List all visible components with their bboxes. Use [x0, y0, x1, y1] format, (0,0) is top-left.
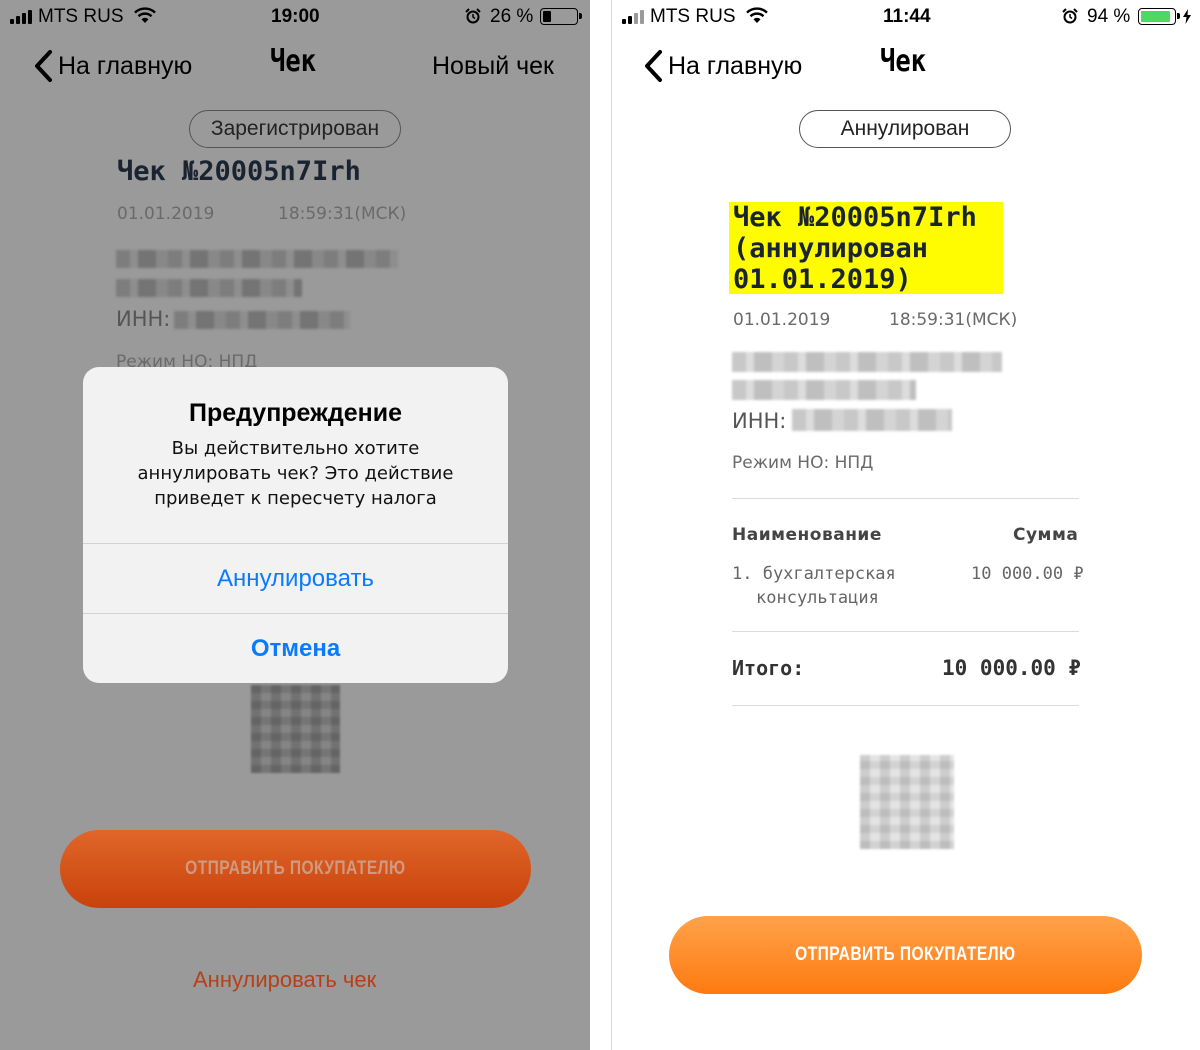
wifi-icon: [746, 7, 768, 23]
warning-dialog: Предупреждение Вы действительно хотите а…: [83, 367, 508, 683]
dialog-title: Предупреждение: [188, 399, 403, 427]
check-date: 01.01.2019: [733, 310, 831, 330]
charging-bolt-icon: [1183, 9, 1191, 24]
check-number: Чек №20005n7Irh: [117, 156, 361, 187]
cellular-signal-icon: [10, 10, 34, 24]
inn-label: ИНН:: [732, 409, 787, 433]
back-label: На главную: [58, 51, 193, 80]
alarm-icon: [1062, 8, 1078, 24]
chevron-left-icon: [35, 50, 52, 82]
chevron-left-icon: [645, 50, 662, 82]
send-button-label: ОТПРАВИТЬ ПОКУПАТЕЛЮ: [795, 944, 1016, 965]
check-time: 18:59:31(МСК): [278, 204, 407, 224]
cancel-button[interactable]: Отмена: [83, 613, 508, 683]
confirm-annul-button[interactable]: Аннулировать: [83, 543, 508, 613]
new-check-button[interactable]: Новый чек: [432, 52, 554, 81]
check-time: 18:59:31(МСК): [889, 310, 1018, 330]
qr-code: [860, 755, 954, 849]
send-to-buyer-button[interactable]: ОТПРАВИТЬ ПОКУПАТЕЛЮ: [60, 830, 531, 908]
total-label: Итого:: [732, 656, 805, 680]
back-button[interactable]: На главную: [642, 48, 802, 84]
redacted-seller-name: [732, 380, 916, 400]
back-button[interactable]: На главную: [32, 48, 192, 84]
check-number-line: 01.01.2019): [733, 264, 912, 295]
qr-code: [251, 685, 340, 773]
divider-line: [732, 498, 1079, 499]
column-header-name: Наименование: [732, 525, 882, 545]
check-date: 01.01.2019: [117, 204, 215, 224]
divider-line: [732, 705, 1079, 706]
item-name-line: консультация: [756, 588, 879, 608]
battery-percent: 94 %: [1087, 6, 1131, 27]
battery-icon: [540, 8, 582, 25]
back-label: На главную: [668, 51, 803, 80]
battery-percent: 26 %: [490, 6, 534, 27]
annul-check-link[interactable]: Аннулировать чек: [193, 967, 376, 993]
dialog-message: Вы действительно хотите аннулировать чек…: [137, 438, 454, 509]
page-title: Чек: [270, 44, 317, 79]
tax-regime: Режим НО: НПД: [732, 453, 874, 473]
status-badge: Аннулирован: [799, 110, 1011, 148]
alarm-icon: [465, 8, 481, 24]
divider-line: [732, 631, 1079, 632]
clock: 19:00: [271, 6, 320, 27]
status-badge: Зарегистрирован: [189, 110, 401, 148]
right-phone-screen: MTS RUS 11:44 94 % На главную Чек Аннули…: [611, 0, 1200, 1050]
send-button-label: ОТПРАВИТЬ ПОКУПАТЕЛЮ: [185, 858, 406, 879]
redacted-seller-name: [116, 279, 302, 297]
left-phone-screen: MTS RUS 19:00 26 % На главную Чек Новый …: [0, 0, 590, 1050]
send-to-buyer-button[interactable]: ОТПРАВИТЬ ПОКУПАТЕЛЮ: [669, 916, 1142, 994]
status-bar: MTS RUS 19:00 26 %: [0, 0, 590, 32]
item-name-line: 1. бухгалтерская: [732, 564, 896, 584]
item-sum: 10 000.00 ₽: [971, 564, 1084, 584]
inn-label: ИНН:: [116, 307, 171, 331]
column-header-sum: Сумма: [1013, 525, 1079, 545]
wifi-icon: [134, 7, 156, 23]
redacted-seller-name: [116, 250, 398, 268]
clock: 11:44: [883, 6, 931, 27]
cellular-signal-icon: [622, 10, 646, 24]
check-number-line: (аннулирован: [733, 233, 929, 264]
battery-icon: [1138, 8, 1180, 25]
redacted-inn: [174, 311, 350, 329]
screenshot-divider: [590, 0, 611, 1050]
redacted-inn: [792, 409, 952, 431]
carrier-name: MTS RUS: [650, 6, 736, 27]
status-bar: MTS RUS 11:44 94 %: [612, 0, 1200, 32]
carrier-name: MTS RUS: [38, 6, 124, 27]
total-value: 10 000.00 ₽: [942, 656, 1082, 680]
check-number-line: Чек №20005n7Irh: [733, 202, 977, 233]
redacted-seller-name: [732, 352, 1002, 372]
page-title: Чек: [880, 44, 927, 79]
